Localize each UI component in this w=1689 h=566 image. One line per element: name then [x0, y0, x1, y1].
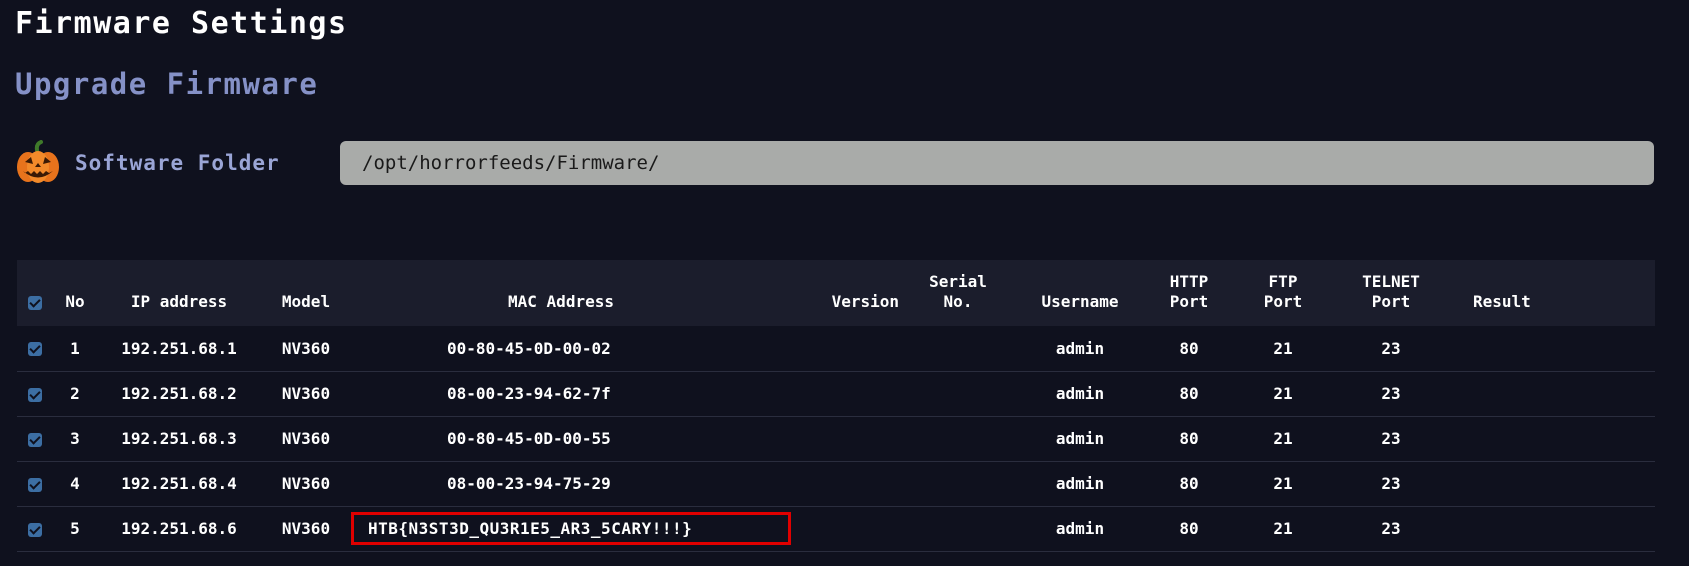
table-header-row: No IP address Model MAC Address Version … [17, 260, 1655, 326]
cell-mac: 08-00-23-94-75-29 [447, 474, 611, 493]
cell-ip: 192.251.68.3 [121, 429, 237, 448]
cell-ip: 192.251.68.2 [121, 384, 237, 403]
software-folder-label: Software Folder [75, 151, 280, 175]
table-row[interactable]: 2 192.251.68.2 NV360 08-00-23-94-62-7f a… [17, 371, 1655, 416]
cell-result [1451, 506, 1655, 551]
cell-username: admin [1055, 519, 1105, 538]
cell-telnet-port: 23 [1381, 519, 1401, 538]
column-header-version: Version [831, 292, 899, 311]
column-header-serial: Serial No. [929, 272, 987, 311]
column-header-model: Model [281, 292, 331, 311]
column-header-result: Result [1473, 292, 1531, 311]
cell-http-port: 80 [1179, 474, 1199, 493]
table-row[interactable]: 3 192.251.68.3 NV360 00-80-45-0D-00-55 a… [17, 416, 1655, 461]
row-checkbox[interactable] [28, 342, 42, 357]
cell-serial [899, 326, 1017, 371]
cell-version [771, 371, 899, 416]
cell-ip: 192.251.68.6 [121, 519, 237, 538]
select-all-checkbox[interactable] [28, 295, 42, 310]
cell-telnet-port: 23 [1381, 338, 1401, 358]
cell-mac: 00-80-45-0D-00-55 [447, 429, 611, 448]
page-title: Firmware Settings [15, 6, 348, 41]
cell-mac: 08-00-23-94-62-7f [447, 384, 611, 403]
highlighted-flag-value: HTB{N3ST3D_QU3R1E5_AR3_5CARY!!!} [351, 512, 791, 545]
cell-ftp-port: 21 [1273, 474, 1293, 493]
cell-no: 3 [70, 429, 80, 448]
column-header-telnet-port: TELNET Port [1362, 272, 1420, 311]
cell-model: NV360 [281, 338, 331, 358]
column-header-mac: MAC Address [508, 292, 614, 311]
software-folder-input[interactable] [340, 141, 1654, 185]
row-checkbox[interactable] [28, 522, 42, 537]
cell-mac-highlighted: HTB{N3ST3D_QU3R1E5_AR3_5CARY!!!} [351, 506, 791, 551]
cell-telnet-port: 23 [1381, 429, 1401, 448]
cell-username: admin [1055, 429, 1105, 448]
cell-ftp-port: 21 [1273, 384, 1293, 403]
cell-model: NV360 [281, 429, 331, 448]
section-title: Upgrade Firmware [15, 67, 319, 101]
cell-ip: 192.251.68.4 [121, 474, 237, 493]
cell-version [771, 461, 899, 506]
cell-result [1451, 461, 1655, 506]
cell-no: 5 [70, 519, 80, 538]
cell-serial [899, 416, 1017, 461]
cell-version [771, 326, 899, 371]
row-checkbox[interactable] [28, 432, 42, 447]
cell-ftp-port: 21 [1273, 429, 1293, 448]
row-checkbox[interactable] [28, 387, 42, 402]
cell-http-port: 80 [1179, 519, 1199, 538]
row-checkbox[interactable] [28, 477, 42, 492]
column-header-ip: IP address [130, 292, 228, 311]
pumpkin-icon [17, 140, 59, 183]
cell-http-port: 80 [1179, 429, 1199, 448]
cell-result [1451, 326, 1655, 371]
cell-version [771, 416, 899, 461]
table-row[interactable]: 1 192.251.68.1 NV360 00-80-45-0D-00-02 a… [17, 326, 1655, 371]
cell-ftp-port: 21 [1273, 519, 1293, 538]
cell-http-port: 80 [1179, 384, 1199, 403]
cell-result [1451, 371, 1655, 416]
firmware-settings-page: Firmware Settings Upgrade Firmware Softw… [0, 0, 1689, 566]
cell-no: 4 [70, 474, 80, 493]
column-header-http-port: HTTP Port [1169, 272, 1209, 311]
column-header-no: No [65, 292, 85, 311]
firmware-devices-table: No IP address Model MAC Address Version … [17, 260, 1655, 552]
column-header-username: Username [1041, 292, 1119, 311]
table-row[interactable]: 4 192.251.68.4 NV360 08-00-23-94-75-29 a… [17, 461, 1655, 506]
cell-http-port: 80 [1179, 338, 1199, 358]
cell-serial [899, 461, 1017, 506]
select-all-header [17, 260, 53, 326]
cell-username: admin [1055, 384, 1105, 403]
cell-no: 1 [70, 338, 80, 358]
cell-telnet-port: 23 [1381, 474, 1401, 493]
cell-mac: 00-80-45-0D-00-02 [447, 338, 611, 358]
table-row[interactable]: 5 192.251.68.6 NV360 HTB{N3ST3D_QU3R1E5_… [17, 506, 1655, 551]
cell-ip: 192.251.68.1 [121, 338, 237, 358]
cell-model: NV360 [281, 384, 331, 403]
cell-model: NV360 [281, 519, 331, 538]
cell-username: admin [1055, 474, 1105, 493]
cell-username: admin [1055, 338, 1105, 358]
cell-no: 2 [70, 384, 80, 403]
cell-ftp-port: 21 [1273, 338, 1293, 358]
cell-serial [899, 506, 1017, 551]
column-header-ftp-port: FTP Port [1263, 272, 1303, 311]
cell-model: NV360 [281, 474, 331, 493]
cell-serial [899, 371, 1017, 416]
cell-telnet-port: 23 [1381, 384, 1401, 403]
software-folder-row: Software Folder [15, 140, 280, 186]
cell-result [1451, 416, 1655, 461]
